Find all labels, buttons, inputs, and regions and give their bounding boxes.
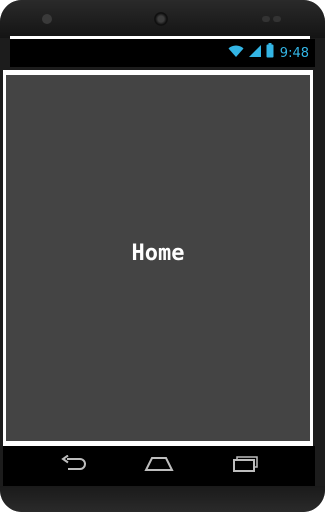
home-button[interactable] bbox=[143, 455, 175, 477]
recent-apps-button[interactable] bbox=[230, 455, 262, 477]
status-bar: 9:48 bbox=[10, 39, 315, 67]
back-button[interactable] bbox=[58, 454, 90, 478]
recent-apps-icon bbox=[232, 455, 260, 477]
phone-frame: 9:48 Home bbox=[0, 0, 325, 512]
status-clock: 9:48 bbox=[279, 45, 309, 61]
proximity-sensor bbox=[262, 16, 270, 22]
home-screen: Home bbox=[6, 75, 310, 441]
app-window: Home bbox=[3, 70, 313, 446]
navigation-bar bbox=[3, 446, 315, 486]
home-title: Home bbox=[131, 240, 185, 266]
battery-icon bbox=[266, 43, 274, 63]
home-icon bbox=[144, 456, 174, 477]
back-icon bbox=[60, 454, 88, 478]
front-camera bbox=[154, 12, 168, 26]
front-sensor-dot bbox=[42, 14, 52, 24]
light-sensor bbox=[273, 16, 281, 22]
phone-top-bezel bbox=[0, 0, 325, 38]
signal-icon bbox=[248, 44, 262, 63]
wifi-icon bbox=[228, 44, 244, 63]
phone-bottom-bezel bbox=[0, 486, 325, 512]
status-icons: 9:48 bbox=[228, 43, 309, 63]
